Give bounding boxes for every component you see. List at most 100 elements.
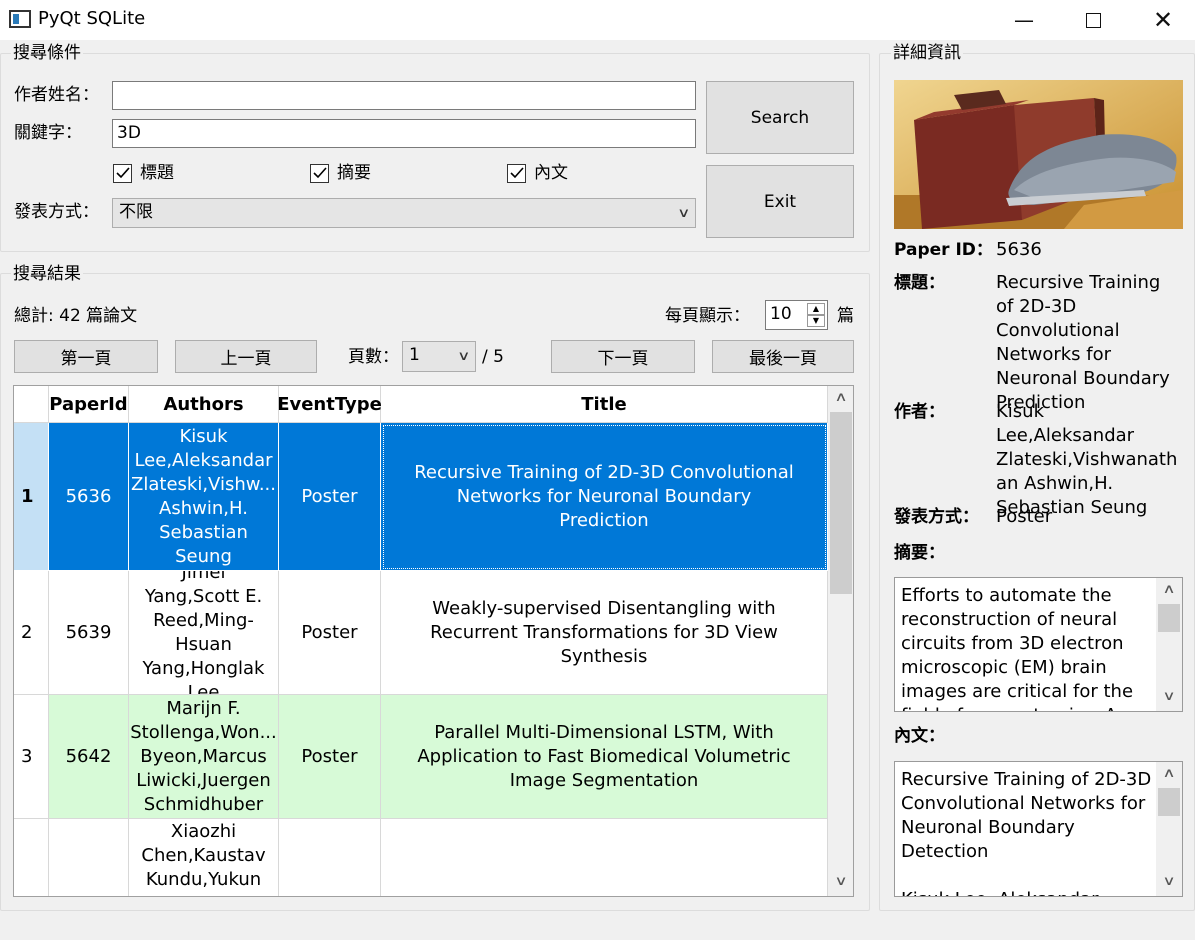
close-icon[interactable]: ✕ [1128, 0, 1195, 40]
scroll-thumb[interactable] [1158, 788, 1180, 816]
search-results-title: 搜尋結果 [11, 264, 83, 284]
cell-authors[interactable]: Marijn F. Stollenga,Won... Byeon,Marcus … [129, 695, 279, 819]
cell-title[interactable]: Parallel Multi-Dimensional LSTM, With Ap… [381, 695, 828, 819]
content-checkbox-label: 內文 [534, 163, 568, 183]
page-select-value: 1 [409, 345, 420, 365]
row-number[interactable]: 2 [14, 571, 49, 695]
table-row[interactable]: 2 5639 Jimei Yang,Scott E. Reed,Ming-Hsu… [14, 571, 828, 695]
window-title: PyQt SQLite [38, 8, 146, 29]
event-type-value: 不限 [119, 202, 153, 222]
prev-page-button[interactable]: 上一頁 [175, 340, 317, 373]
abstract-scrollbar[interactable]: ∧ ∨ [1156, 578, 1182, 711]
detail-abstract-label: 摘要： [894, 543, 945, 563]
cell-authors[interactable]: Jimei Yang,Scott E. Reed,Ming-Hsuan Yang… [129, 571, 279, 695]
per-page-spinbox[interactable]: 10 ▲ ▼ [765, 300, 828, 330]
event-type-select[interactable]: 不限 ∨ [112, 198, 696, 228]
cell-eventtype[interactable]: Poster [279, 695, 381, 819]
detail-title-label: 標題： [894, 273, 945, 293]
detail-paperid-label: Paper ID： [894, 240, 993, 260]
search-conditions-title: 搜尋條件 [11, 43, 83, 63]
detail-type-label: 發表方式： [894, 507, 979, 527]
page-select[interactable]: 1 ∨ [402, 341, 476, 372]
table-row[interactable]: 1 5636 Kisuk Lee,Aleksandar Zlateski,Vis… [14, 423, 828, 571]
author-label: 作者姓名： [14, 85, 99, 105]
table-row[interactable]: Xiaozhi Chen,Kaustav Kundu,Yukun [14, 819, 828, 896]
table-scrollbar[interactable]: ∧ ∨ [828, 386, 853, 896]
column-header-paperid[interactable]: PaperId [49, 386, 129, 423]
details-title: 詳細資訊 [891, 43, 963, 63]
cell-eventtype[interactable] [279, 819, 381, 896]
last-page-button[interactable]: 最後一頁 [712, 340, 854, 373]
scroll-down-icon[interactable]: ∨ [823, 874, 853, 889]
cell-authors[interactable]: Kisuk Lee,Aleksandar Zlateski,Vishw... A… [129, 423, 279, 571]
chevron-down-icon: ∨ [457, 349, 471, 364]
corner-header[interactable] [14, 386, 49, 423]
cell-title[interactable]: Weakly-supervised Disentangling with Rec… [381, 571, 828, 695]
detail-author-value: Kisuk Lee,Aleksandar Zlateski,Vishwanath… [996, 401, 1178, 518]
row-number[interactable]: 3 [14, 695, 49, 819]
cell-eventtype[interactable]: Poster [279, 571, 381, 695]
results-table[interactable]: PaperId Authors EventType Title 1 5636 K… [13, 385, 854, 897]
app-window-icon [9, 10, 31, 28]
event-type-label: 發表方式： [14, 202, 99, 222]
scroll-down-icon[interactable]: ∨ [1151, 874, 1182, 889]
title-bar: PyQt SQLite — ✕ [0, 0, 1195, 40]
detail-author-label: 作者： [894, 402, 945, 422]
per-page-unit: 篇 [837, 306, 854, 326]
scroll-up-icon[interactable]: ∧ [823, 390, 853, 405]
row-number[interactable] [14, 819, 49, 896]
total-count: 總計: 42 篇論文 [14, 306, 138, 326]
check-icon [507, 163, 526, 183]
spin-up-icon[interactable]: ▲ [807, 303, 825, 315]
cell-paperid[interactable] [49, 819, 129, 896]
content-checkbox[interactable]: 內文 [507, 162, 568, 184]
title-checkbox[interactable]: 標題 [113, 162, 174, 184]
exit-button[interactable]: Exit [706, 165, 854, 238]
search-button[interactable]: Search [706, 81, 854, 154]
cell-eventtype[interactable]: Poster [279, 423, 381, 571]
cell-paperid[interactable]: 5636 [49, 423, 129, 571]
keyword-input[interactable]: 3D [112, 119, 696, 148]
abstract-textbox[interactable]: Efforts to automate the reconstruction o… [894, 577, 1183, 712]
scroll-thumb[interactable] [1158, 604, 1180, 632]
row-number[interactable]: 1 [14, 423, 49, 571]
cell-authors[interactable]: Xiaozhi Chen,Kaustav Kundu,Yukun [129, 819, 279, 896]
scroll-up-icon[interactable]: ∧ [1151, 582, 1182, 597]
cell-paperid[interactable]: 5639 [49, 571, 129, 695]
page-total: / 5 [482, 347, 504, 367]
maximize-icon[interactable] [1058, 0, 1128, 40]
paper-image [894, 80, 1183, 229]
detail-type-value: Poster [996, 506, 1053, 527]
scroll-thumb[interactable] [830, 412, 852, 594]
content-text: Recursive Training of 2D-3D Convolutiona… [901, 769, 1152, 896]
check-icon [310, 163, 329, 183]
column-header-authors[interactable]: Authors [129, 386, 279, 423]
table-row[interactable]: 3 5642 Marijn F. Stollenga,Won... Byeon,… [14, 695, 828, 819]
check-icon [113, 163, 132, 183]
detail-title-value: Recursive Training of 2D-3D Convolutiona… [996, 272, 1170, 413]
author-input[interactable] [112, 81, 696, 110]
next-page-button[interactable]: 下一頁 [551, 340, 695, 373]
scroll-down-icon[interactable]: ∨ [1151, 689, 1182, 704]
first-page-button[interactable]: 第一頁 [14, 340, 158, 373]
page-label: 頁數： [348, 347, 399, 367]
minimize-icon[interactable]: — [989, 0, 1059, 40]
spin-down-icon[interactable]: ▼ [807, 315, 825, 327]
scroll-up-icon[interactable]: ∧ [1151, 766, 1182, 781]
cell-paperid[interactable]: 5642 [49, 695, 129, 819]
content-textbox[interactable]: Recursive Training of 2D-3D Convolutiona… [894, 761, 1183, 897]
abstract-checkbox[interactable]: 摘要 [310, 162, 371, 184]
column-header-title[interactable]: Title [381, 386, 828, 423]
abstract-checkbox-label: 摘要 [337, 163, 371, 183]
per-page-value: 10 [770, 304, 792, 324]
cell-title[interactable] [381, 819, 828, 896]
detail-content-label: 內文： [894, 726, 945, 746]
title-checkbox-label: 標題 [140, 163, 174, 183]
abstract-text: Efforts to automate the reconstruction o… [901, 585, 1134, 711]
cell-title[interactable]: Recursive Training of 2D-3D Convolutiona… [381, 423, 828, 571]
detail-paperid-value: 5636 [996, 239, 1042, 260]
column-header-eventtype[interactable]: EventType [277, 386, 382, 423]
chevron-down-icon: ∨ [677, 206, 691, 221]
per-page-label: 每頁顯示： [665, 306, 750, 326]
content-scrollbar[interactable]: ∧ ∨ [1156, 762, 1182, 896]
